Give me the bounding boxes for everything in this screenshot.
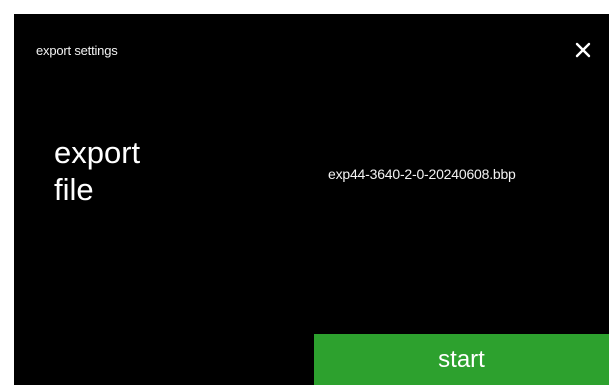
- export-file-label-line1: export: [54, 135, 141, 170]
- device-frame: export settings export file exp44-3640-2…: [0, 0, 609, 385]
- close-icon: [575, 42, 591, 58]
- export-settings-screen: export settings export file exp44-3640-2…: [14, 14, 609, 385]
- export-file-label-line2: file: [54, 172, 94, 207]
- close-button[interactable]: [569, 36, 597, 64]
- export-file-label: export file: [54, 134, 254, 208]
- start-button[interactable]: start: [314, 334, 609, 385]
- screen-title: export settings: [36, 43, 118, 58]
- export-filename: exp44-3640-2-0-20240608.bbp: [328, 166, 516, 182]
